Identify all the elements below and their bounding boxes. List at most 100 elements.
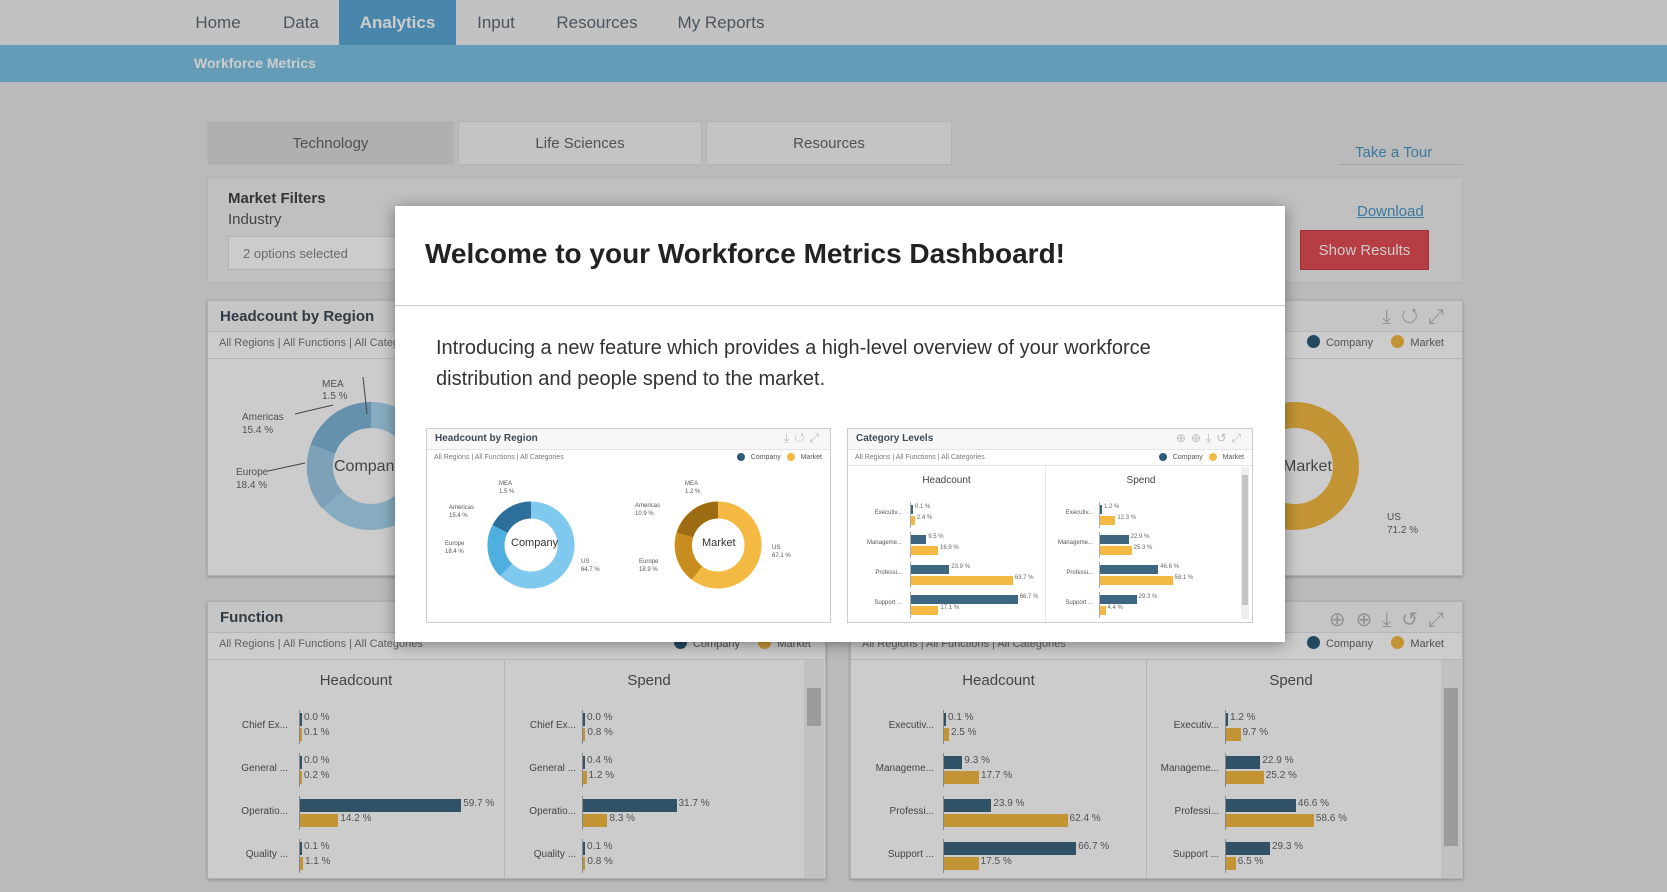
market-label-mea: MEA [685,481,699,487]
market-label-us: US [772,545,781,551]
reset-icon: ↺ [794,431,810,445]
preview-toolbar: ⤓↺⤢ [784,431,824,446]
company-bar-value: 22.9 % [1130,534,1150,540]
company-bar[interactable] [911,535,927,544]
modal-title: Welcome to your Workforce Metrics Dashbo… [425,238,1065,269]
company-donut-americas [492,501,532,534]
company-dot-icon [1158,453,1167,461]
market-bar-value: 16.9 % [940,545,959,551]
market-bar[interactable] [911,606,939,615]
market-bar-value: 2.4 % [916,515,933,521]
market-bar[interactable] [1100,516,1116,525]
company-label-europe-value: 18.4 % [445,549,464,555]
bar-axis [1099,592,1100,618]
market-bar[interactable] [911,576,1013,585]
company-bar[interactable] [1100,535,1129,544]
market-bar[interactable] [1100,576,1173,585]
market-dot-icon [1208,453,1217,461]
preview-category-levels: Category Levels ⊕⊕⤓↺⤢ All Regions | All … [847,428,1253,623]
company-label-americas: Americas [449,505,475,511]
market-bar-value: 12.3 % [1117,515,1137,521]
market-label-europe: Europe [639,559,659,565]
bar-axis [910,502,911,528]
company-label-us: US [581,559,590,565]
bar-category-label: Support ... [1065,600,1093,606]
modal-divider [395,305,1285,306]
market-bar-value: 17.1 % [940,605,960,611]
company-donut-center: Company [511,537,559,549]
company-bar[interactable] [911,595,1018,604]
bar-category-label: Executiv... [874,510,902,516]
bar-axis [910,532,911,558]
bar-category-label: Manageme... [866,540,902,546]
company-bar[interactable] [1100,595,1137,604]
market-dot-icon [786,453,795,461]
preview-title: Category Levels [856,433,934,444]
market-bar[interactable] [1100,606,1106,615]
headcount-column-title: Headcount [922,475,971,486]
market-label-americas: Americas [635,503,661,509]
legend-company: Company [750,454,781,461]
company-label-us-value: 64.7 % [581,567,600,573]
market-bar[interactable] [911,546,939,555]
market-bar-value: 4.4 % [1107,605,1123,611]
bar-axis [1099,532,1100,558]
company-bar[interactable] [1100,505,1102,514]
bar-category-label: Support ... [874,600,902,606]
company-label-mea-value: 1.5 % [499,489,515,495]
company-bar[interactable] [1100,565,1159,574]
company-label-mea: MEA [499,481,513,487]
preview-legend: Company Market [736,453,822,461]
bar-axis [910,592,911,618]
bar-category-label: Professi... [875,570,902,576]
market-bar-value: 63.7 % [1014,575,1034,581]
drill-down-icon: ⊕ [1175,431,1191,445]
market-label-us-value: 67.1 % [772,553,791,559]
bar-axis [1099,562,1100,588]
market-bar[interactable] [1100,546,1132,555]
drill-up-icon: ⊕ [1190,431,1207,445]
legend-company: Company [1172,454,1203,461]
preview-title: Headcount by Region [435,433,538,444]
market-label-mea-value: 1.2 % [685,489,701,495]
company-bar-value: 46.6 % [1160,564,1179,570]
market-bar-value: 25.3 % [1133,545,1153,551]
reset-icon: ↺ [1216,431,1232,445]
company-bar-value: 0.1 % [915,504,931,510]
expand-icon: ⤢ [1231,431,1246,445]
preview-filter: All Regions | All Functions | All Catego… [855,454,985,461]
company-bar-value: 66.7 % [1019,594,1039,600]
company-donut-europe [487,525,513,576]
download-icon: ⤓ [1206,431,1217,445]
company-bar-value: 9.5 % [928,534,944,540]
scrollbar-thumb [1242,475,1248,605]
market-donut-center: Market [702,537,736,549]
company-dot-icon [736,453,745,461]
scrollbar [1241,467,1249,619]
divider [848,465,1252,466]
company-bar-value: 1.2 % [1104,504,1120,510]
bar-category-label: Manageme... [1057,540,1093,546]
company-bar-value: 23.9 % [951,564,970,570]
bar-category-label: Executiv... [1065,510,1093,516]
market-bar[interactable] [911,516,915,525]
market-donut-americas [676,501,719,538]
preview-donuts [487,501,762,589]
company-bar[interactable] [911,565,950,574]
bar-axis [910,562,911,588]
company-bar[interactable] [911,505,913,514]
legend-market: Market [1222,454,1244,461]
preview-headcount-by-region: Headcount by Region ⤓↺⤢ All Regions | Al… [426,428,831,623]
bar-axis [1099,502,1100,528]
download-icon: ⤓ [783,431,795,445]
expand-icon: ⤢ [809,431,824,445]
welcome-modal: Welcome to your Workforce Metrics Dashbo… [395,206,1285,642]
company-bar-value: 29.3 % [1138,594,1158,600]
market-bar-value: 58.1 % [1174,575,1194,581]
company-label-americas-value: 15.4 % [449,513,468,519]
market-donut-europe [674,532,703,580]
market-label-europe-value: 18.9 % [639,567,658,573]
preview-legend: Company Market [1158,453,1244,461]
company-label-europe: Europe [445,541,465,547]
preview-filter: All Regions | All Functions | All Catego… [434,454,564,461]
